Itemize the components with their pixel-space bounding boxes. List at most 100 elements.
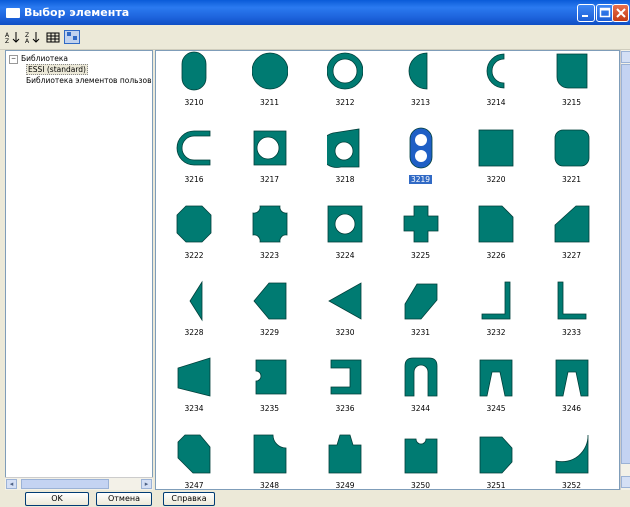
element-item[interactable]: 3235 bbox=[235, 354, 305, 430]
shape-3232-icon bbox=[481, 281, 511, 319]
element-item[interactable]: 3228 bbox=[159, 278, 229, 354]
element-item[interactable]: 3210 bbox=[159, 51, 229, 124]
grid-vertical-scrollbar[interactable] bbox=[620, 50, 630, 490]
minimize-button[interactable] bbox=[577, 4, 595, 22]
large-icons-view-icon[interactable] bbox=[64, 30, 80, 44]
element-item[interactable]: 3215 bbox=[537, 51, 607, 124]
element-item[interactable]: 3222 bbox=[159, 201, 229, 277]
element-label: 3246 bbox=[561, 404, 582, 413]
shape-3230-icon bbox=[328, 281, 362, 320]
shape-3215-icon bbox=[556, 53, 587, 89]
element-item[interactable]: 3220 bbox=[461, 125, 531, 201]
shape-3214-icon bbox=[486, 53, 505, 89]
element-item[interactable]: 3236 bbox=[310, 354, 380, 430]
element-item[interactable]: 3247 bbox=[159, 431, 229, 489]
element-item[interactable]: 3250 bbox=[386, 431, 456, 490]
close-button[interactable] bbox=[612, 4, 629, 22]
element-label: 3223 bbox=[259, 251, 280, 260]
element-label: 3252 bbox=[561, 480, 582, 490]
shape-3225-icon bbox=[403, 205, 438, 243]
element-item[interactable]: 3246 bbox=[537, 354, 607, 430]
element-item[interactable]: 3221 bbox=[537, 125, 607, 201]
scroll-left-icon[interactable]: ◂ bbox=[6, 479, 17, 489]
tree-item-label: Библиотека bbox=[21, 54, 69, 63]
element-item[interactable]: 3217 bbox=[235, 125, 305, 201]
element-item[interactable]: 3218 bbox=[310, 125, 380, 201]
scroll-thumb[interactable] bbox=[621, 64, 630, 464]
element-item[interactable]: 3214 bbox=[461, 51, 531, 124]
collapse-icon[interactable]: − bbox=[9, 54, 18, 64]
element-label: 3210 bbox=[184, 98, 204, 107]
sort-descending-icon[interactable]: ZA bbox=[25, 30, 41, 45]
element-item[interactable]: 3251 bbox=[461, 431, 531, 489]
shape-3234-icon bbox=[177, 357, 211, 397]
element-label: 3222 bbox=[184, 251, 204, 260]
help-button[interactable]: Справка bbox=[163, 492, 215, 506]
title-bar: Выбор элемента bbox=[0, 0, 630, 25]
scroll-down-icon[interactable] bbox=[621, 476, 630, 488]
element-label: 3233 bbox=[561, 327, 582, 337]
element-item[interactable]: 3226 bbox=[461, 201, 531, 277]
tree-item-essi[interactable]: ESSI (standard) bbox=[26, 64, 88, 75]
element-label: 3248 bbox=[259, 480, 280, 490]
element-item[interactable]: 3249 bbox=[310, 431, 380, 489]
shape-3236-icon bbox=[330, 359, 362, 395]
element-item[interactable]: 3213 bbox=[386, 51, 456, 124]
shape-3247-icon bbox=[177, 434, 211, 473]
cancel-button[interactable]: Отмена bbox=[96, 492, 152, 506]
element-label: 3228 bbox=[184, 327, 204, 337]
element-label: 3218 bbox=[335, 174, 355, 184]
element-label: 3229 bbox=[259, 327, 280, 337]
element-item[interactable]: 3231 bbox=[386, 278, 456, 354]
element-item[interactable]: 3227 bbox=[537, 201, 607, 277]
element-item[interactable]: 3229 bbox=[235, 278, 305, 354]
element-item[interactable]: 3223 bbox=[235, 201, 305, 277]
tree-horizontal-scrollbar[interactable]: ◂ ▸ bbox=[5, 477, 153, 490]
element-item[interactable]: 3225 bbox=[386, 201, 456, 277]
element-item[interactable]: 3232 bbox=[461, 278, 531, 354]
toolbar: AZ ZA bbox=[0, 25, 630, 50]
element-item[interactable]: 3219 bbox=[386, 125, 456, 201]
shape-3224-icon bbox=[327, 205, 363, 243]
tree-item-label: Библиотека элементов пользов bbox=[26, 76, 152, 85]
window-icon bbox=[6, 8, 20, 18]
sort-ascending-icon[interactable]: AZ bbox=[5, 30, 21, 45]
element-item[interactable]: 3245 bbox=[461, 354, 531, 430]
element-label: 3224 bbox=[335, 251, 355, 260]
element-label: 3244 bbox=[410, 404, 431, 413]
element-item[interactable]: 3233 bbox=[537, 278, 607, 354]
element-label: 3250 bbox=[410, 480, 431, 490]
element-item[interactable]: 3230 bbox=[310, 278, 380, 354]
scroll-up-icon[interactable] bbox=[621, 51, 630, 63]
shape-3211-icon bbox=[251, 52, 288, 90]
element-item[interactable]: 3234 bbox=[159, 354, 229, 430]
shape-3233-icon bbox=[557, 281, 586, 319]
scroll-right-icon[interactable]: ▸ bbox=[141, 479, 152, 489]
element-label: 3227 bbox=[561, 251, 582, 260]
element-label: 3220 bbox=[486, 174, 506, 184]
element-label: 3232 bbox=[486, 327, 506, 337]
window-title: Выбор элемента bbox=[24, 6, 130, 19]
scroll-thumb[interactable] bbox=[21, 479, 109, 489]
details-view-icon[interactable] bbox=[45, 30, 61, 44]
element-label: 3236 bbox=[335, 404, 355, 413]
element-label: 3211 bbox=[259, 98, 280, 107]
element-item[interactable]: 3252 bbox=[537, 431, 607, 490]
ok-button[interactable]: OK bbox=[25, 492, 89, 506]
element-item[interactable]: 3244 bbox=[386, 354, 456, 430]
element-item[interactable]: 3224 bbox=[310, 201, 380, 277]
element-label: 3212 bbox=[335, 98, 355, 107]
library-tree: − Библиотека ESSI (standard) Библиотека э… bbox=[5, 50, 153, 490]
element-item[interactable]: 3212 bbox=[310, 51, 380, 124]
maximize-icon bbox=[599, 7, 611, 18]
shape-3249-icon bbox=[328, 434, 362, 473]
element-label: 3231 bbox=[410, 327, 431, 337]
svg-text:Z: Z bbox=[5, 38, 9, 44]
element-item[interactable]: 3216 bbox=[159, 125, 229, 201]
element-item[interactable]: 3248 bbox=[235, 431, 305, 490]
tree-item-user-library[interactable]: Библиотека элементов пользов bbox=[26, 76, 152, 85]
element-item[interactable]: 3211 bbox=[235, 51, 305, 124]
tree-item-library[interactable]: − Библиотека bbox=[9, 54, 68, 64]
element-label: 3215 bbox=[561, 98, 582, 107]
element-label: 3245 bbox=[486, 404, 506, 413]
